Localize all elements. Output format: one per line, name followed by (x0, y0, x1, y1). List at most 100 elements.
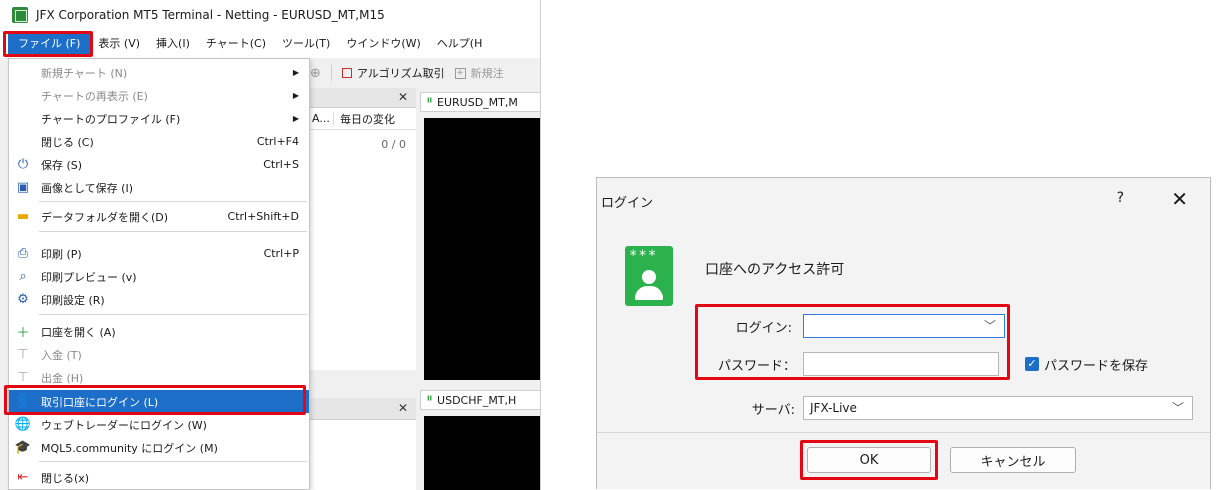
menu-item-label: 入金 (T) (41, 348, 82, 362)
cancel-button[interactable]: キャンセル (950, 447, 1076, 473)
login-dialog-titlebar: ログイン ? ✕ (597, 178, 1210, 224)
account-body-shape (635, 286, 663, 300)
algo-trading-label: アルゴリズム取引 (356, 67, 445, 80)
chart-usdchf-canvas[interactable] (424, 416, 540, 490)
server-label: サーバ: (751, 403, 795, 418)
submenu-arrow-icon: ▶ (292, 114, 299, 123)
login-dialog-title: ログイン (601, 195, 654, 211)
menu-item-open-account[interactable]: ＋ 口座を開く (A) (9, 320, 309, 343)
menu-separator (39, 314, 307, 315)
mt5-terminal-window: JFX Corporation MT5 Terminal - Netting -… (0, 0, 541, 490)
toolbar-zoom-icon[interactable]: ⊕ (310, 66, 321, 81)
menu-item-label: 口座を開く (A) (41, 325, 116, 339)
menu-item-print-preview[interactable]: ⌕ 印刷プレビュー (v) (9, 265, 309, 288)
login-dialog-heading: 口座へのアクセス許可 (705, 262, 845, 278)
market-watch-col-daily-change[interactable]: 毎日の変化 (334, 111, 395, 127)
candlestick-icon: ᑊᑊ (427, 393, 433, 407)
save-password-label[interactable]: パスワードを保存 (1044, 355, 1148, 374)
menu-item-label: チャートのプロファイル (F) (41, 112, 181, 126)
menu-item-login-webtrader[interactable]: 🌐 ウェブトレーダーにログイン (W) (9, 413, 309, 436)
menu-item-exit[interactable]: ⇤ 閉じる(x) (9, 466, 309, 489)
server-combobox[interactable]: JFX-Live ﹀ (803, 396, 1193, 420)
algo-trading-icon (341, 68, 352, 78)
chart-tab-eurusd[interactable]: ᑊᑊ EURUSD_MT,M (420, 92, 540, 112)
chevron-down-icon[interactable]: ﹀ (1172, 399, 1184, 416)
menu-item-open-data-folder[interactable]: ▬ データフォルダを開く(D) Ctrl+Shift+D (9, 205, 309, 228)
menu-item-label: 印刷 (P) (41, 247, 82, 261)
menu-item-label: 印刷設定 (R) (41, 293, 105, 307)
market-watch-value: 0 / 0 (381, 138, 406, 151)
menu-item-label: ウェブトレーダーにログイン (W) (41, 418, 207, 432)
login-dialog-body: *** 口座へのアクセス許可 ログイン: ﹀ パスワード： ✓ パスワードを保存… (597, 224, 1210, 432)
menu-item-label: 新規チャート (N) (41, 66, 128, 80)
navigator-close-icon[interactable]: ✕ (398, 401, 408, 415)
submenu-arrow-icon: ▶ (292, 91, 299, 100)
menu-item-label: 画像として保存 (I) (41, 181, 133, 195)
mt5-app-icon (12, 7, 28, 23)
menu-item-shortcut: Ctrl+F4 (256, 135, 299, 148)
menu-window[interactable]: ウインドウ(W) (338, 33, 428, 55)
menu-item-new-chart[interactable]: 新規チャート (N) ▶ (9, 61, 309, 84)
image-icon: ▣ (16, 180, 30, 195)
menu-insert[interactable]: 挿入(I) (148, 33, 198, 55)
credentials-annotation-frame (695, 304, 1010, 380)
menu-item-chart-profile[interactable]: チャートのプロファイル (F) ▶ (9, 107, 309, 130)
toolbar: ⊕ アルゴリズム取引 + 新規注 (310, 58, 540, 88)
close-icon[interactable]: ✕ (1171, 187, 1188, 211)
password-stars-glyph: *** (629, 248, 658, 264)
menu-item-redisplay-chart[interactable]: チャートの再表示 (E) ▶ (9, 84, 309, 107)
menu-item-shortcut: Ctrl+P (263, 247, 299, 260)
new-order-icon: + (454, 67, 466, 79)
menu-item-close-chart[interactable]: 閉じる (C) Ctrl+F4 (9, 130, 309, 153)
menu-item-label: データフォルダを開く(D) (41, 210, 169, 224)
market-watch-col-a[interactable]: A... (310, 112, 334, 125)
deposit-icon: ⊤ (17, 347, 29, 362)
menu-item-shortcut: Ctrl+S (263, 158, 299, 171)
candlestick-icon: ᑊᑊ (427, 95, 433, 109)
menu-help[interactable]: ヘルプ(H (429, 33, 491, 55)
login-menu-annotation-frame (4, 385, 306, 415)
menu-item-label: 閉じる(x) (41, 471, 90, 485)
exit-icon: ⇤ (17, 470, 29, 485)
menu-item-label: 閉じる (C) (41, 135, 94, 149)
market-watch-close-icon[interactable]: ✕ (398, 90, 408, 104)
withdraw-icon: ⊤ (17, 370, 29, 385)
login-dialog-footer: OK キャンセル (597, 432, 1210, 489)
toolbar-divider (330, 65, 332, 81)
save-password-checkbox[interactable]: ✓ (1025, 357, 1039, 371)
ok-annotation-frame (800, 440, 938, 480)
save-icon: ⏻ (17, 157, 29, 172)
menu-chart[interactable]: チャート(C) (198, 33, 274, 55)
market-watch-panel: A... 毎日の変化 0 / 0 (310, 108, 416, 370)
chart-eurusd-canvas[interactable] (424, 118, 540, 380)
menu-item-print-settings[interactable]: ⚙ 印刷設定 (R) (9, 288, 309, 311)
new-order-button[interactable]: + 新規注 (454, 65, 504, 81)
market-watch-columns: A... 毎日の変化 (310, 108, 416, 130)
help-icon[interactable]: ? (1117, 190, 1124, 206)
menu-item-label: チャートの再表示 (E) (41, 89, 148, 103)
menu-separator (39, 231, 307, 232)
menu-item-label: 印刷プレビュー (v) (41, 270, 137, 284)
window-title: JFX Corporation MT5 Terminal - Netting -… (36, 8, 385, 22)
new-order-label: 新規注 (470, 67, 504, 80)
globe-icon: 🌐 (14, 417, 32, 432)
chart-tab-label: EURUSD_MT,M (437, 95, 518, 109)
menu-item-print[interactable]: ⎙ 印刷 (P) Ctrl+P (9, 242, 309, 265)
algo-trading-button[interactable]: アルゴリズム取引 (341, 65, 445, 81)
menu-item-login-mql5[interactable]: 🎓 MQL5.community にログイン (M) (9, 436, 309, 459)
menu-item-save[interactable]: ⏻ 保存 (S) Ctrl+S (9, 153, 309, 176)
menu-view[interactable]: 表示 (V) (90, 33, 148, 55)
menu-tools[interactable]: ツール(T) (274, 33, 338, 55)
plus-icon: ＋ (16, 326, 30, 341)
submenu-arrow-icon: ▶ (292, 68, 299, 77)
navigator-header: ✕ (310, 398, 416, 420)
folder-icon: ▬ (16, 209, 30, 224)
file-menu-dropdown: 新規チャート (N) ▶ チャートの再表示 (E) ▶ チャートのプロファイル … (8, 58, 310, 490)
printer-icon: ⎙ (17, 246, 29, 261)
login-dialog: ログイン ? ✕ *** 口座へのアクセス許可 ログイン: ﹀ パスワード： ✓… (596, 177, 1211, 489)
print-preview-icon: ⌕ (19, 269, 27, 284)
chart-tab-usdchf[interactable]: ᑊᑊ USDCHF_MT,H (420, 390, 540, 410)
menu-item-save-as-image[interactable]: ▣ 画像として保存 (I) (9, 176, 309, 199)
menu-item-shortcut: Ctrl+Shift+D (227, 210, 299, 223)
menu-item-deposit[interactable]: ⊤ 入金 (T) (9, 343, 309, 366)
